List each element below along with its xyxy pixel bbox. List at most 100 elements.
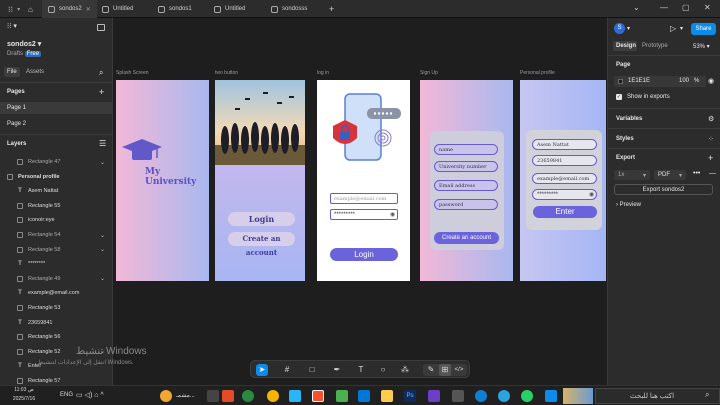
close-icon[interactable]: ✕ <box>86 6 91 13</box>
search-icon[interactable]: ⌕ <box>99 68 103 78</box>
eye-icon[interactable]: ◉ <box>708 77 714 85</box>
layer-item[interactable]: Rectangle 56 <box>0 330 113 344</box>
edge-icon[interactable] <box>475 390 487 402</box>
profile-name-field[interactable]: Asem Nattat <box>532 139 597 150</box>
folder-icon[interactable] <box>381 390 393 402</box>
zoom-level[interactable]: 53% ▾ <box>693 43 710 50</box>
shape-tool-icon[interactable]: □ <box>306 364 318 376</box>
text-tool-icon[interactable]: T <box>355 364 367 376</box>
layer-item[interactable]: Rectangle 47 ⌄ <box>0 155 113 169</box>
frame-tool-icon[interactable]: # <box>281 364 293 376</box>
remove-export-icon[interactable]: — <box>709 170 716 177</box>
eye-icon[interactable]: ◉ <box>390 211 395 218</box>
eye-icon[interactable]: ◉ <box>589 191 594 198</box>
signup-password-input[interactable]: password <box>434 199 498 210</box>
layer-item[interactable]: T ******** <box>0 257 113 271</box>
photoshop-icon[interactable]: Ps <box>404 390 416 402</box>
clock[interactable]: 11:03 ص 2025/7/16 <box>4 386 44 404</box>
draw-mode-icon[interactable]: ✎ <box>425 364 437 376</box>
styles-icon[interactable]: ⁘ <box>708 135 714 143</box>
tab-prototype[interactable]: Prototype <box>642 43 668 49</box>
frame-label-log-in[interactable]: log in <box>317 70 329 76</box>
frame-splash-screen[interactable]: My University <box>116 80 209 281</box>
page-opacity[interactable]: 100 <box>679 78 689 84</box>
profile-university-number-field[interactable]: 23659841 <box>532 155 597 166</box>
design-mode-icon[interactable]: ⊞ <box>439 364 451 376</box>
app-icon[interactable] <box>452 390 464 402</box>
show-exports-checkbox[interactable]: ✓ <box>616 94 622 100</box>
weather-icon[interactable] <box>160 390 172 402</box>
frame-log-in[interactable]: example@email.com ********* ◉ Login <box>317 80 410 281</box>
frame-personal-profile[interactable]: Asem Nattat 23659841 example@email.com *… <box>520 80 606 281</box>
taskbar-item-label[interactable]: مشمـ... <box>176 392 195 399</box>
layer-item[interactable]: Texample@email.com <box>0 286 113 300</box>
profile-enter-button[interactable]: Enter <box>533 206 597 218</box>
login-password-input[interactable]: ********* <box>330 209 398 220</box>
layer-item[interactable]: Rectangle 58 ⌄ <box>0 243 113 257</box>
signup-name-input[interactable]: name <box>434 144 498 155</box>
dev-mode-icon[interactable]: </> <box>453 364 465 376</box>
app-icon[interactable] <box>336 390 348 402</box>
actions-tool-icon[interactable]: ⁂ <box>399 364 411 376</box>
tab-design[interactable]: Design <box>616 43 636 49</box>
app-icon[interactable] <box>545 390 557 402</box>
frame-two-button[interactable]: Login Create an account <box>215 80 305 281</box>
figma-icon[interactable] <box>312 390 324 402</box>
chevron-down-icon[interactable]: ⌄ <box>100 246 105 253</box>
app-icon[interactable] <box>428 390 440 402</box>
tab-sondos2[interactable]: sondos2 ✕ <box>42 0 97 18</box>
layer-item[interactable]: Rectangle 54 ⌄ <box>0 228 113 242</box>
chrome-icon[interactable] <box>242 390 254 402</box>
new-tab-button[interactable]: + <box>323 0 340 18</box>
frame-label-two-button[interactable]: two button <box>215 70 238 76</box>
tab-sondosss[interactable]: sondosss <box>265 0 313 18</box>
create-account-button[interactable]: Create an account <box>228 232 295 257</box>
add-page-icon[interactable]: + <box>99 87 104 97</box>
chevron-down-icon[interactable]: ⌄ <box>633 3 640 12</box>
chevron-down-icon[interactable]: ▾ <box>680 25 683 32</box>
more-options-icon[interactable]: ••• <box>693 170 700 177</box>
chevron-down-icon[interactable]: ⌄ <box>100 275 105 282</box>
layer-item[interactable]: Rectangle 55 <box>0 199 113 213</box>
tab-untitled-1[interactable]: Untitled <box>96 0 139 18</box>
frame-label-personal-profile[interactable]: Personal profile <box>520 70 555 76</box>
layer-item[interactable]: Rectangle 53 <box>0 301 113 315</box>
app-icon[interactable] <box>222 390 234 402</box>
flutter-icon[interactable] <box>289 390 301 402</box>
login-email-input[interactable]: example@email.com <box>330 193 398 204</box>
maximize-icon[interactable]: ▢ <box>682 3 690 12</box>
layer-item[interactable]: Rectangle 49 ⌄ <box>0 272 113 286</box>
profile-email-field[interactable]: example@email.com <box>532 173 597 184</box>
system-tray-icons[interactable]: ▭ ◁) ⌂ ^ <box>76 391 104 399</box>
language-indicator[interactable]: ENG <box>60 392 73 398</box>
whatsapp-icon[interactable] <box>521 390 533 402</box>
styles-header[interactable]: Styles <box>616 136 634 142</box>
chevron-down-icon[interactable]: ⌄ <box>100 159 105 166</box>
app-icon[interactable] <box>207 390 219 402</box>
project-name[interactable]: sondos2 ▾ <box>7 40 41 48</box>
login-button[interactable]: Login <box>228 212 295 226</box>
export-button[interactable]: Export sondos2 <box>614 184 713 195</box>
frame-label-sign-up[interactable]: Sign Up <box>420 70 438 76</box>
comment-tool-icon[interactable]: ○ <box>377 364 389 376</box>
layers-list-icon[interactable]: ☰ <box>99 139 106 148</box>
layer-item[interactable]: T 23659841 <box>0 316 113 330</box>
home-icon[interactable]: ⌂ <box>22 0 39 18</box>
canvas[interactable]: Splash Screen My University two button L… <box>38 18 606 385</box>
signup-university-number-input[interactable]: University number <box>434 161 498 172</box>
profile-password-field[interactable]: ********* <box>532 189 597 200</box>
signup-email-input[interactable]: Email address <box>434 180 498 191</box>
layer-item[interactable]: Personal profile <box>0 170 113 184</box>
tab-file[interactable]: File <box>7 69 17 75</box>
page-item-1[interactable]: Page 1 <box>7 105 26 111</box>
color-swatch[interactable] <box>618 79 623 84</box>
tab-untitled-2[interactable]: Untitled <box>208 0 251 18</box>
layer-item[interactable]: iconoir:eye <box>0 213 113 227</box>
signup-create-account-button[interactable]: Create an account <box>434 232 499 244</box>
telegram-icon[interactable] <box>498 390 510 402</box>
preview-toggle[interactable]: › Preview <box>616 202 641 208</box>
tab-assets[interactable]: Assets <box>26 69 44 75</box>
chevron-down-icon[interactable]: ▾ <box>627 25 630 32</box>
page-color-hex[interactable]: 1E1E1E <box>628 78 650 84</box>
avatar[interactable]: S <box>614 23 625 34</box>
